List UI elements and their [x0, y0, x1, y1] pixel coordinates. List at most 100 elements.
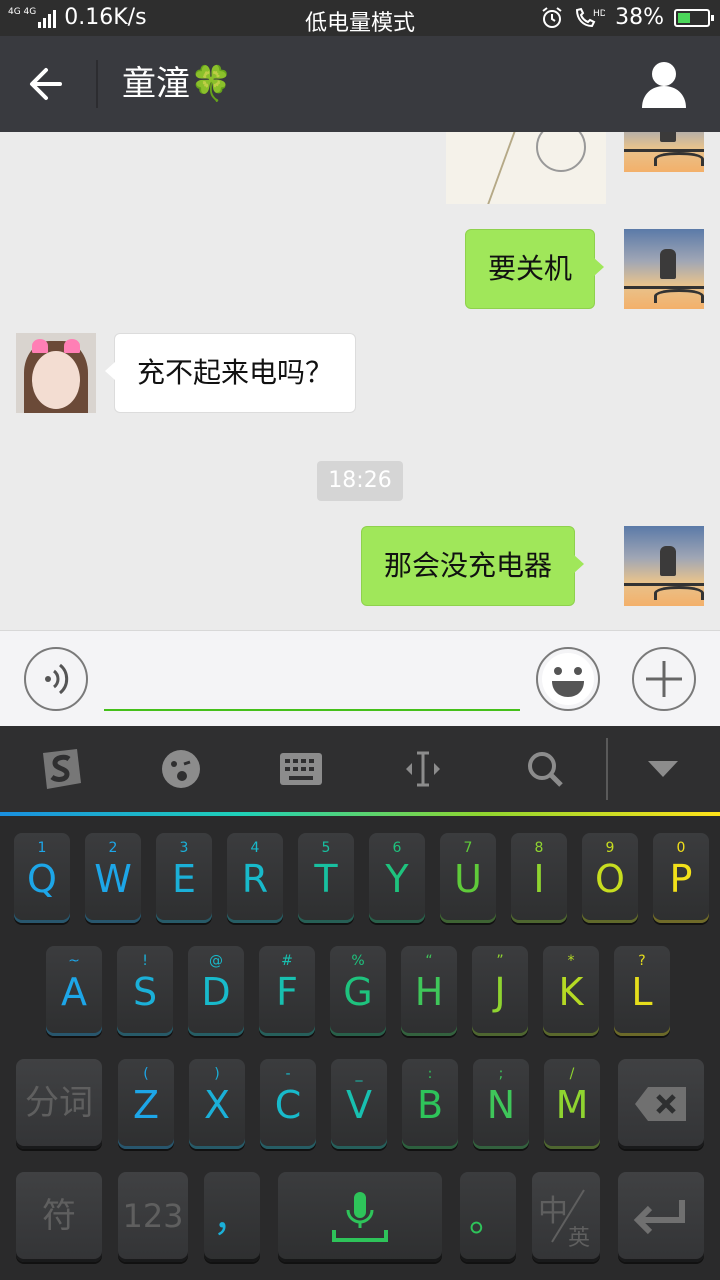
- key-k[interactable]: * K: [543, 946, 599, 1036]
- timestamp-badge: 18:26: [317, 461, 403, 501]
- number-label: 123: [122, 1197, 184, 1235]
- key-label: Y: [385, 857, 409, 901]
- my-avatar[interactable]: [624, 229, 704, 309]
- message-bubble-sent[interactable]: 那会没充电器: [361, 526, 585, 606]
- key-label: Z: [132, 1083, 160, 1127]
- cursor-move-icon[interactable]: [398, 746, 448, 792]
- key-d[interactable]: @ D: [188, 946, 244, 1036]
- space-voice-key[interactable]: [278, 1172, 442, 1262]
- message-bubble-received[interactable]: 充不起来电吗？: [104, 333, 357, 413]
- key-label: A: [61, 970, 87, 1014]
- contact-avatar[interactable]: [16, 333, 96, 413]
- key-o[interactable]: 9O: [582, 833, 638, 923]
- key-l[interactable]: ? L: [614, 946, 670, 1036]
- profile-icon[interactable]: [638, 58, 690, 110]
- key-label: H: [414, 970, 444, 1014]
- chat-header: 童潼🍀: [0, 36, 720, 132]
- svg-text:HD: HD: [593, 9, 605, 19]
- status-bar: 4G 4G 0.16K/s 低电量模式 HD 38%: [0, 0, 720, 36]
- symbol-label: 符: [42, 1196, 76, 1236]
- key-m[interactable]: / M: [544, 1059, 600, 1149]
- header-divider: [96, 60, 98, 108]
- key-s[interactable]: ! S: [117, 946, 173, 1036]
- language-switch-key[interactable]: 中 英: [532, 1172, 600, 1262]
- key-label: C: [274, 1083, 302, 1127]
- symbol-key[interactable]: 符: [16, 1172, 102, 1262]
- key-a[interactable]: ~ A: [46, 946, 102, 1036]
- voice-input-button[interactable]: [24, 647, 88, 711]
- key-label: R: [241, 857, 269, 901]
- microphone-icon: [332, 1192, 388, 1242]
- emoji-icon[interactable]: [156, 746, 206, 792]
- key-v[interactable]: _ V: [331, 1059, 387, 1149]
- key-y[interactable]: 6Y: [369, 833, 425, 923]
- key-c[interactable]: -C: [260, 1059, 316, 1149]
- smiley-icon: [542, 653, 594, 705]
- key-label: J: [494, 970, 506, 1014]
- input-bar: [0, 630, 720, 726]
- back-arrow-icon[interactable]: [24, 62, 74, 106]
- key-g[interactable]: % G: [330, 946, 386, 1036]
- key-label: N: [486, 1083, 516, 1127]
- search-icon[interactable]: [520, 746, 570, 792]
- key-f[interactable]: # F: [259, 946, 315, 1036]
- key-p[interactable]: 0P: [653, 833, 709, 923]
- key-r[interactable]: 4R: [227, 833, 283, 923]
- key-label: D: [201, 970, 231, 1014]
- key-z[interactable]: (Z: [118, 1059, 174, 1149]
- keyboard-toolbar: [0, 726, 720, 812]
- my-avatar[interactable]: [624, 526, 704, 606]
- battery-icon: [674, 8, 714, 27]
- key-label: W: [94, 857, 132, 901]
- number-key[interactable]: 123: [118, 1172, 188, 1262]
- key-label: B: [416, 1083, 444, 1127]
- comma-label: ，: [212, 1196, 251, 1240]
- hd-call-icon: HD: [576, 7, 605, 27]
- key-label: T: [314, 857, 338, 901]
- chat-title: 童潼🍀: [122, 64, 233, 104]
- sogou-logo-icon[interactable]: [34, 746, 88, 792]
- collapse-arrow-icon[interactable]: [638, 746, 688, 792]
- status-right: HD 38%: [541, 5, 714, 30]
- more-button[interactable]: [632, 647, 696, 711]
- key-w[interactable]: 2W: [85, 833, 141, 923]
- key-b[interactable]: :B: [402, 1059, 458, 1149]
- soft-keyboard: 1Q2W3E4R5T6Y7U8I9O0P ~ A! S @ D # F% G “H” J * K? L …: [0, 726, 720, 1280]
- toolbar-divider: [606, 738, 608, 800]
- key-label: L: [631, 970, 653, 1014]
- key-label: I: [533, 857, 545, 901]
- keyboard-icon[interactable]: [276, 746, 326, 792]
- fenci-label: 分词: [25, 1083, 93, 1123]
- key-label: M: [555, 1083, 589, 1127]
- plus-icon: [646, 661, 682, 697]
- my-avatar[interactable]: [624, 132, 704, 172]
- emoji-button[interactable]: [536, 647, 600, 711]
- message-bubble-sent[interactable]: 要关机: [465, 229, 605, 309]
- key-t[interactable]: 5T: [298, 833, 354, 923]
- key-label: G: [343, 970, 373, 1014]
- key-q[interactable]: 1Q: [14, 833, 70, 923]
- key-label: O: [595, 857, 625, 901]
- backspace-icon: [635, 1087, 686, 1121]
- key-j[interactable]: ” J: [472, 946, 528, 1036]
- comma-key[interactable]: ，: [204, 1172, 260, 1262]
- period-key[interactable]: 。: [460, 1172, 516, 1262]
- backspace-key[interactable]: [618, 1059, 704, 1149]
- key-label: E: [171, 857, 196, 901]
- period-label: 。: [468, 1196, 507, 1240]
- enter-key[interactable]: [618, 1172, 704, 1262]
- key-label: V: [346, 1083, 372, 1127]
- key-e[interactable]: 3E: [156, 833, 212, 923]
- key-n[interactable]: ; N: [473, 1059, 529, 1149]
- key-x[interactable]: ) X: [189, 1059, 245, 1149]
- fenci-key[interactable]: 分词: [16, 1059, 102, 1149]
- key-h[interactable]: “H: [401, 946, 457, 1036]
- image-message[interactable]: [446, 132, 606, 204]
- chat-area[interactable]: 要关机 充不起来电吗？ 18:26 那会没充电器: [0, 132, 720, 630]
- key-label: S: [132, 970, 158, 1014]
- key-u[interactable]: 7U: [440, 833, 496, 923]
- key-i[interactable]: 8I: [511, 833, 567, 923]
- lang-en-label: 英: [568, 1226, 591, 1251]
- battery-fill: [678, 12, 690, 23]
- message-input[interactable]: [104, 655, 520, 711]
